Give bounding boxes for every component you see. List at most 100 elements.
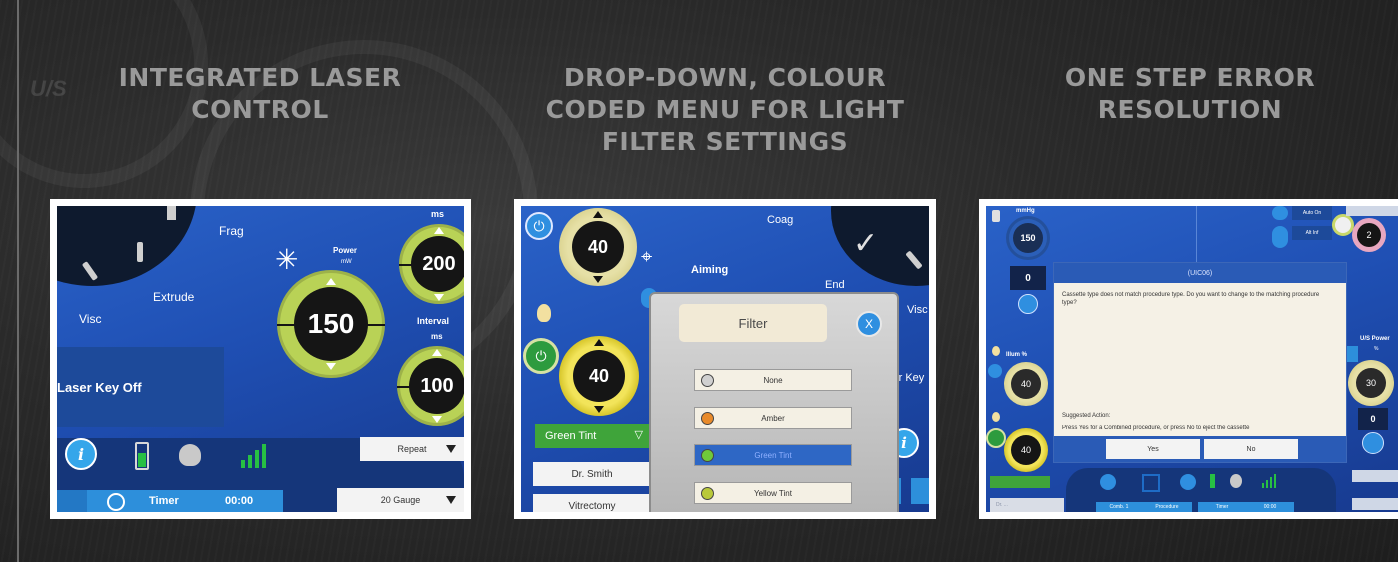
duration-decrease-arrow[interactable]	[434, 294, 444, 301]
aiming-label: Aiming	[691, 264, 729, 276]
duration-dial[interactable]: 200	[399, 224, 464, 304]
alt-inf-toggle[interactable]	[1272, 226, 1288, 248]
us-round-button[interactable]	[1362, 432, 1384, 454]
error-screenshot-frame: mmHg 150 0 Auto On Alt Inf 2 Illum % 40	[979, 199, 1398, 519]
filter-dropdown[interactable]: Green Tint ▽	[535, 424, 651, 448]
bottom-left-field[interactable]: Dr. ...	[990, 498, 1064, 512]
info-icon[interactable]: i	[65, 438, 97, 470]
decrease-arrow[interactable]	[594, 406, 604, 413]
mode-wheel	[57, 206, 197, 286]
signal-bars-icon	[241, 442, 267, 468]
error-message: Cassette type does not match procedure t…	[1062, 292, 1320, 306]
heading-filter-menu: DROP-DOWN, COLOUR CODED MENU FOR LIGHT F…	[545, 62, 905, 158]
laser-screenshot-frame: Frag Extrude Visc ✳ Power mW 150 ms 200 …	[50, 199, 471, 519]
auto-on-toggle[interactable]	[1272, 206, 1288, 220]
vacuum-dial[interactable]: 150	[1006, 216, 1050, 260]
filter-option-none[interactable]: None	[694, 369, 852, 391]
signal-bar	[1270, 477, 1272, 488]
power-increase-arrow[interactable]	[326, 278, 336, 285]
blue-round-button[interactable]	[1018, 294, 1038, 314]
gauge-dropdown[interactable]: 20 Gauge	[337, 488, 464, 512]
footswitch-icon[interactable]	[179, 444, 201, 466]
vacuum-dial[interactable]: 40	[559, 208, 637, 286]
dock-button[interactable]	[1180, 474, 1196, 490]
count-pill[interactable]: 2	[1352, 218, 1386, 252]
interval-dial[interactable]: 100	[397, 346, 464, 426]
filter-option-yellow-tint[interactable]: Yellow Tint	[694, 482, 852, 504]
illumination-dial[interactable]: 40	[1004, 362, 1048, 406]
filter-indicator-icon	[701, 487, 714, 500]
power-dial[interactable]: 150	[277, 270, 385, 378]
auto-on-button[interactable]: Auto On	[1292, 206, 1332, 220]
illumination-power-button[interactable]: ⏻	[523, 338, 559, 374]
procedure-tab[interactable]: Comb. 1 Procedure	[1096, 502, 1192, 512]
yes-button[interactable]: Yes	[1106, 439, 1200, 459]
mode-label-visc[interactable]: Visc	[79, 312, 101, 326]
ms-label: ms	[431, 209, 445, 219]
target-icon[interactable]: ⌖	[641, 246, 652, 269]
green-dropdown[interactable]	[990, 476, 1050, 488]
illumination-dial[interactable]: 40	[559, 336, 639, 416]
clock-tab[interactable]	[911, 478, 929, 504]
heading-laser-control: INTEGRATED LASER CONTROL	[100, 62, 420, 126]
interval-increase-arrow[interactable]	[432, 349, 442, 356]
right-field	[1352, 470, 1398, 482]
interval-value: 100	[409, 358, 464, 414]
chevron-down-icon	[446, 496, 456, 504]
lower-power-button[interactable]	[986, 428, 1006, 448]
error-dialog-title: (UIC06)	[1054, 263, 1346, 283]
power-decrease-arrow[interactable]	[326, 363, 336, 370]
heading-line: CODED MENU FOR LIGHT	[545, 95, 905, 124]
filter-option-label: Amber	[761, 413, 785, 423]
filter-option-amber[interactable]: Amber	[694, 407, 852, 429]
heading-line: ONE STEP ERROR	[1064, 63, 1316, 92]
filter-indicator-icon	[701, 449, 714, 462]
status-ring-icon	[1332, 214, 1354, 236]
heading-line: DROP-DOWN, COLOUR	[563, 63, 887, 92]
surgeon-button[interactable]: Dr. Smith	[533, 462, 651, 486]
decrease-arrow[interactable]	[593, 276, 603, 283]
duration-increase-arrow[interactable]	[434, 227, 444, 234]
heading-line: RESOLUTION	[1097, 95, 1283, 124]
procedure-tab-label: Comb. 1	[1109, 504, 1129, 510]
interval-decrease-arrow[interactable]	[432, 416, 442, 423]
surgeon-label: Dr. Smith	[571, 468, 613, 480]
timer-tab[interactable]: Timer 00:00	[1198, 502, 1294, 512]
vacuum-sub-value: 0	[1025, 272, 1031, 284]
auto-on-label: Auto On	[1302, 210, 1322, 216]
top-right-field	[1346, 206, 1398, 216]
mode-label-frag[interactable]: Frag	[219, 224, 244, 238]
battery-level	[138, 453, 146, 467]
gauge-label: 20 Gauge	[380, 495, 421, 505]
lower-illumination-dial[interactable]: 40	[1004, 428, 1048, 472]
alt-inf-button[interactable]: Alt Inf	[1292, 226, 1332, 240]
bulb-icon	[992, 346, 1000, 356]
suggested-action-heading: Suggested Action:	[1062, 413, 1111, 419]
mode-label-end[interactable]: End	[825, 279, 845, 291]
illumination-value: 40	[573, 350, 625, 402]
us-power-dial[interactable]: 30	[1348, 360, 1394, 406]
no-button[interactable]: No	[1204, 439, 1298, 459]
dock-button[interactable]	[1100, 474, 1116, 490]
filter-option-green-tint[interactable]: Green Tint	[694, 444, 852, 466]
footswitch-icon[interactable]	[1230, 474, 1242, 488]
signal-bar	[1262, 483, 1264, 488]
repeat-dropdown[interactable]: Repeat	[360, 437, 464, 461]
us-side-tab[interactable]	[1346, 346, 1358, 362]
increase-arrow[interactable]	[593, 211, 603, 218]
signal-bars-icon	[1262, 474, 1276, 488]
signal-bar	[255, 450, 259, 468]
power-value: 150	[294, 287, 368, 361]
increase-arrow[interactable]	[594, 339, 604, 346]
mode-label-coag[interactable]: Coag	[767, 214, 793, 226]
power-button[interactable]: ⏻	[525, 212, 553, 240]
laser-key-panel[interactable]: Laser Key Off	[57, 347, 224, 427]
procedure-button[interactable]: Vitrectomy	[533, 494, 651, 512]
background-mark: U/S	[30, 76, 67, 101]
close-icon[interactable]: X	[856, 311, 882, 337]
illum-toggle[interactable]	[988, 364, 1002, 378]
mode-label-visc[interactable]: Visc	[907, 304, 928, 316]
illumination-value: 40	[1011, 369, 1041, 399]
heading-error-resolution: ONE STEP ERROR RESOLUTION	[1030, 62, 1350, 126]
mode-label-extrude[interactable]: Extrude	[153, 290, 194, 304]
